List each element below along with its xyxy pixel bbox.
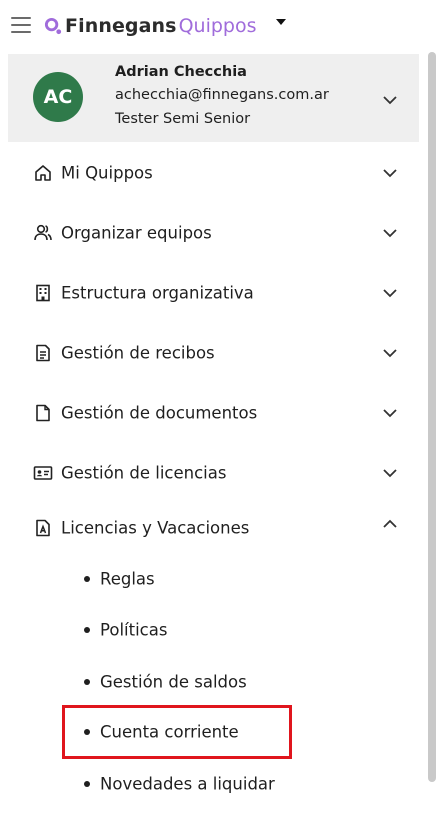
chevron-up-icon[interactable]: [382, 516, 398, 532]
menu-item-mi-quippos[interactable]: Mi Quippos: [0, 153, 419, 193]
id-card-icon: [33, 466, 53, 480]
app-logo[interactable]: Finnegans Quippos: [44, 13, 257, 39]
menu-item-label: Gestión de licencias: [61, 463, 227, 483]
submenu-item-novedades-liquidar[interactable]: Novedades a liquidar: [62, 766, 292, 802]
submenu-item-reglas[interactable]: Reglas: [62, 561, 292, 597]
menu-item-label: Estructura organizativa: [61, 283, 254, 303]
menu-item-gestion-licencias[interactable]: Gestión de licencias: [0, 453, 419, 493]
vacation-doc-icon: [36, 519, 50, 537]
bullet: [84, 781, 90, 787]
menu-item-label: Gestión de documentos: [61, 403, 258, 423]
menu-item-label: Mi Quippos: [61, 163, 153, 183]
bullet: [84, 576, 90, 582]
submenu-item-label: Novedades a liquidar: [100, 774, 275, 794]
menu-item-estructura-organizativa[interactable]: Estructura organizativa: [0, 273, 419, 313]
user-email: achecchia@finnegans.com.ar: [115, 87, 329, 103]
bullet: [84, 679, 90, 685]
menu-item-gestion-recibos[interactable]: Gestión de recibos: [0, 333, 419, 373]
menu-item-label: Organizar equipos: [61, 223, 212, 243]
home-icon: [35, 165, 51, 181]
submenu-item-label: Reglas: [100, 569, 155, 589]
top-bar: Finnegans Quippos: [0, 0, 439, 52]
bullet: [84, 729, 90, 735]
bullet: [84, 627, 90, 633]
menu-item-organizar-equipos[interactable]: Organizar equipos: [0, 213, 419, 253]
menu-item-label: Gestión de recibos: [61, 343, 215, 363]
chevron-down-icon[interactable]: [382, 405, 398, 421]
submenu-item-label: Gestión de saldos: [100, 672, 247, 692]
document-icon: [36, 404, 50, 422]
submenu-item-label: Cuenta corriente: [100, 722, 239, 742]
menu-item-label: Licencias y Vacaciones: [61, 518, 250, 538]
scrollbar[interactable]: [428, 52, 436, 782]
menu-item-licencias-vacaciones[interactable]: Licencias y Vacaciones: [0, 508, 419, 548]
chevron-down-icon[interactable]: [382, 285, 398, 301]
submenu-item-label: Políticas: [100, 620, 168, 640]
user-name: Adrian Checchia: [115, 64, 247, 80]
caret-down-icon[interactable]: [276, 19, 286, 25]
chevron-down-icon[interactable]: [382, 225, 398, 241]
submenu-item-cuenta-corriente[interactable]: Cuenta corriente: [62, 705, 292, 759]
submenu-item-gestion-saldos[interactable]: Gestión de saldos: [62, 664, 292, 700]
chevron-down-icon[interactable]: [382, 165, 398, 181]
user-profile-card[interactable]: AC Adrian Checchia achecchia@finnegans.c…: [8, 54, 419, 142]
hamburger-menu-icon[interactable]: [11, 17, 31, 33]
avatar: AC: [33, 72, 83, 122]
chevron-down-icon[interactable]: [382, 345, 398, 361]
logo-word-quippos: Quippos: [178, 15, 257, 37]
quippos-logo-icon: [44, 17, 62, 34]
users-icon: [34, 224, 52, 241]
receipt-icon: [36, 344, 50, 362]
logo-word-finnegans: Finnegans: [65, 15, 177, 37]
user-role: Tester Semi Senior: [115, 111, 251, 127]
menu-item-gestion-documentos[interactable]: Gestión de documentos: [0, 393, 419, 433]
submenu-item-politicas[interactable]: Políticas: [62, 612, 292, 648]
building-icon: [36, 284, 50, 302]
chevron-down-icon[interactable]: [382, 465, 398, 481]
chevron-down-icon[interactable]: [382, 92, 398, 108]
